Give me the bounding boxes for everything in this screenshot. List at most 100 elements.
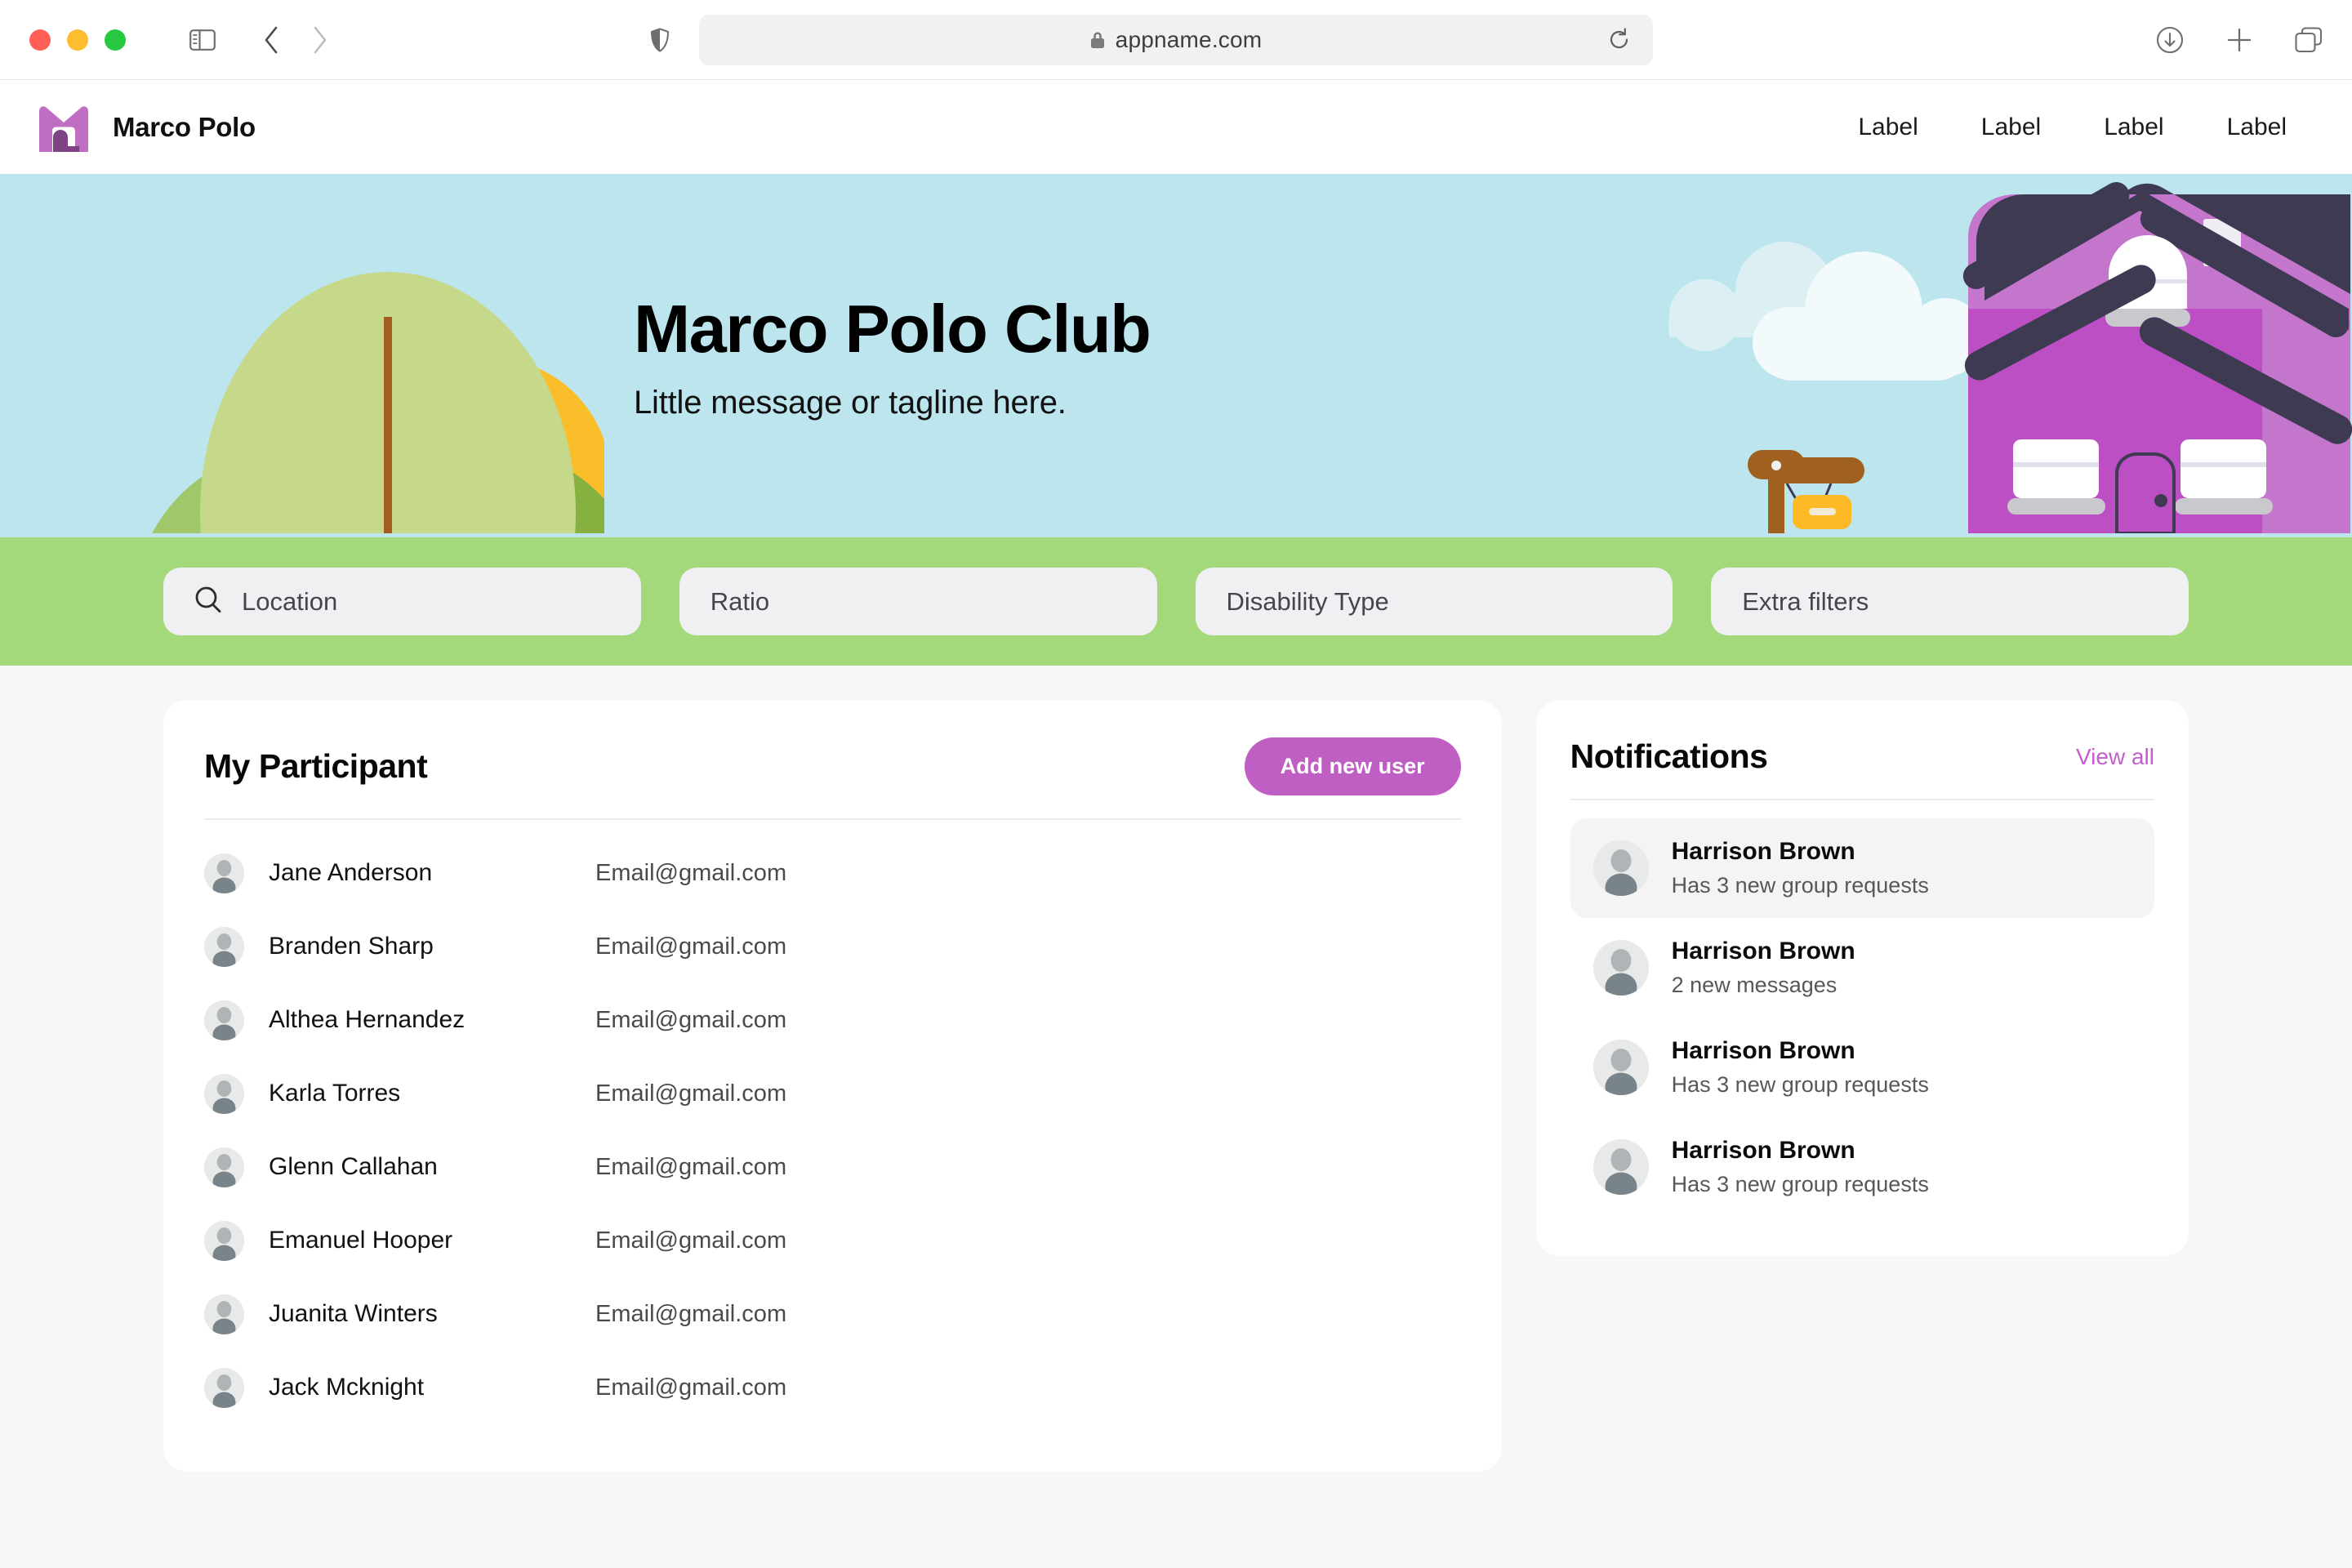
participant-row[interactable]: Juanita Winters Email@gmail.com <box>204 1277 1461 1351</box>
notification-name: Harrison Brown <box>1671 1137 1855 1164</box>
participants-list: Jane Anderson Email@gmail.com Branden Sh… <box>204 836 1461 1424</box>
add-user-button[interactable]: Add new user <box>1244 737 1461 795</box>
nav-link-2[interactable]: Label <box>1981 114 2041 141</box>
participant-row[interactable]: Branden Sharp Email@gmail.com <box>204 910 1461 983</box>
tab-overview-icon[interactable] <box>2295 26 2323 53</box>
notification-item[interactable]: Harrison Brown 2 new messages <box>1570 918 2154 1018</box>
location-filter-label: Location <box>242 586 338 616</box>
url-text: appname.com <box>1115 26 1263 52</box>
hero-copy: Marco Polo Club Little message or taglin… <box>634 291 1152 421</box>
notification-message: Has 3 new group requests <box>1671 1172 1929 1196</box>
browser-toolbar: appname.com <box>0 0 2352 80</box>
participant-email: Email@gmail.com <box>595 1080 787 1107</box>
notification-item[interactable]: Harrison Brown Has 3 new group requests <box>1570 818 2154 918</box>
location-filter-input[interactable]: Location <box>163 568 641 635</box>
sidebar-toggle-icon[interactable] <box>189 29 216 51</box>
shield-privacy-icon[interactable] <box>650 27 670 52</box>
notification-message: Has 3 new group requests <box>1671 873 1929 898</box>
participants-card-header: My Participant Add new user <box>204 737 1461 820</box>
participant-name: Jack Mcknight <box>269 1374 425 1401</box>
notification-message: 2 new messages <box>1671 973 1838 997</box>
marco-polo-house-logo-icon <box>36 100 91 155</box>
search-icon <box>194 586 222 617</box>
avatar-placeholder-icon <box>204 1220 244 1261</box>
notification-message: Has 3 new group requests <box>1671 1072 1929 1097</box>
participant-name: Althea Hernandez <box>269 1006 466 1033</box>
participant-email: Email@gmail.com <box>595 1300 787 1327</box>
address-bar-area: appname.com <box>650 14 1653 65</box>
ratio-filter-label: Ratio <box>710 586 770 616</box>
purple-house-illustration <box>1642 174 2352 537</box>
notification-item[interactable]: Harrison Brown Has 3 new group requests <box>1570 1117 2154 1217</box>
notifications-card-header: Notifications View all <box>1570 737 2154 800</box>
forward-chevron-icon[interactable] <box>312 26 328 54</box>
notification-text: Harrison Brown Has 3 new group requests <box>1672 1137 1929 1197</box>
avatar-placeholder-icon <box>1592 1040 1649 1095</box>
participant-row[interactable]: Jane Anderson Email@gmail.com <box>204 836 1461 910</box>
participant-row[interactable]: Karla Torres Email@gmail.com <box>204 1057 1461 1130</box>
participant-name: Karla Torres <box>269 1080 401 1107</box>
nav-link-4[interactable]: Label <box>2227 114 2287 141</box>
notification-name: Harrison Brown <box>1671 938 1855 964</box>
participants-title: My Participant <box>204 747 428 785</box>
participant-name: Juanita Winters <box>269 1300 438 1327</box>
avatar-placeholder-icon <box>204 1367 244 1408</box>
participant-name: Branden Sharp <box>269 933 434 960</box>
participant-email: Email@gmail.com <box>595 1153 787 1180</box>
participant-row[interactable]: Emanuel Hooper Email@gmail.com <box>204 1204 1461 1277</box>
nav-link-1[interactable]: Label <box>1858 114 1918 141</box>
participant-email: Email@gmail.com <box>595 933 787 960</box>
participant-row[interactable]: Althea Hernandez Email@gmail.com <box>204 983 1461 1057</box>
participant-row[interactable]: Glenn Callahan Email@gmail.com <box>204 1130 1461 1204</box>
brand-name: Marco Polo <box>113 111 256 142</box>
notifications-card: Notifications View all Harrison Brown Ha… <box>1535 700 2189 1256</box>
url-input[interactable]: appname.com <box>699 14 1653 65</box>
window-traffic-lights <box>29 29 126 51</box>
url-display: appname.com <box>1090 27 1263 53</box>
maximize-window-button[interactable] <box>105 29 126 51</box>
notification-text: Harrison Brown Has 3 new group requests <box>1672 1037 1929 1098</box>
hero-tagline: Little message or tagline here. <box>634 385 1067 421</box>
extra-filters-label: Extra filters <box>1742 586 1869 616</box>
avatar-placeholder-icon <box>204 1000 244 1040</box>
minimize-window-button[interactable] <box>67 29 88 51</box>
avatar-placeholder-icon <box>204 1294 244 1334</box>
browser-right-controls <box>2156 26 2323 54</box>
notification-name: Harrison Brown <box>1671 838 1855 865</box>
app-header: Marco Polo Label Label Label Label <box>0 80 2352 174</box>
participant-email: Email@gmail.com <box>595 1227 787 1254</box>
participant-name: Jane Anderson <box>269 859 433 886</box>
page-title: Marco Polo Club <box>634 291 1152 367</box>
participants-card: My Participant Add new user Jane Anderso… <box>163 700 1502 1472</box>
disability-type-filter-input[interactable]: Disability Type <box>1195 568 1673 635</box>
download-icon[interactable] <box>2156 26 2184 54</box>
notification-name: Harrison Brown <box>1671 1037 1855 1064</box>
avatar-placeholder-icon <box>1592 940 1649 996</box>
avatar-placeholder-icon <box>204 853 244 893</box>
back-chevron-icon[interactable] <box>263 26 279 54</box>
participant-email: Email@gmail.com <box>595 1374 787 1401</box>
ratio-filter-input[interactable]: Ratio <box>679 568 1157 635</box>
hero-banner: Marco Polo Club Little message or taglin… <box>0 174 2352 537</box>
reload-icon[interactable] <box>1608 28 1630 51</box>
view-all-link[interactable]: View all <box>2076 744 2154 770</box>
extra-filters-input[interactable]: Extra filters <box>1711 568 2189 635</box>
notifications-title: Notifications <box>1570 737 1768 775</box>
avatar-placeholder-icon <box>204 1147 244 1187</box>
participant-email: Email@gmail.com <box>595 1006 787 1033</box>
notification-item[interactable]: Harrison Brown Has 3 new group requests <box>1570 1018 2154 1117</box>
close-window-button[interactable] <box>29 29 51 51</box>
avatar-placeholder-icon <box>1592 840 1649 896</box>
lock-icon <box>1090 31 1105 49</box>
brand[interactable]: Marco Polo <box>36 100 256 155</box>
avatar-placeholder-icon <box>204 1073 244 1114</box>
notification-text: Harrison Brown 2 new messages <box>1672 938 1855 998</box>
trees-and-sun-illustration <box>0 174 632 537</box>
participant-row[interactable]: Jack Mcknight Email@gmail.com <box>204 1351 1461 1424</box>
plus-icon[interactable] <box>2226 27 2252 53</box>
main-content: My Participant Add new user Jane Anderso… <box>0 666 2352 1568</box>
notifications-list: Harrison Brown Has 3 new group requests … <box>1570 818 2154 1217</box>
notification-text: Harrison Brown Has 3 new group requests <box>1672 838 1929 898</box>
nav-link-3[interactable]: Label <box>2104 114 2163 141</box>
disability-type-filter-label: Disability Type <box>1226 586 1389 616</box>
